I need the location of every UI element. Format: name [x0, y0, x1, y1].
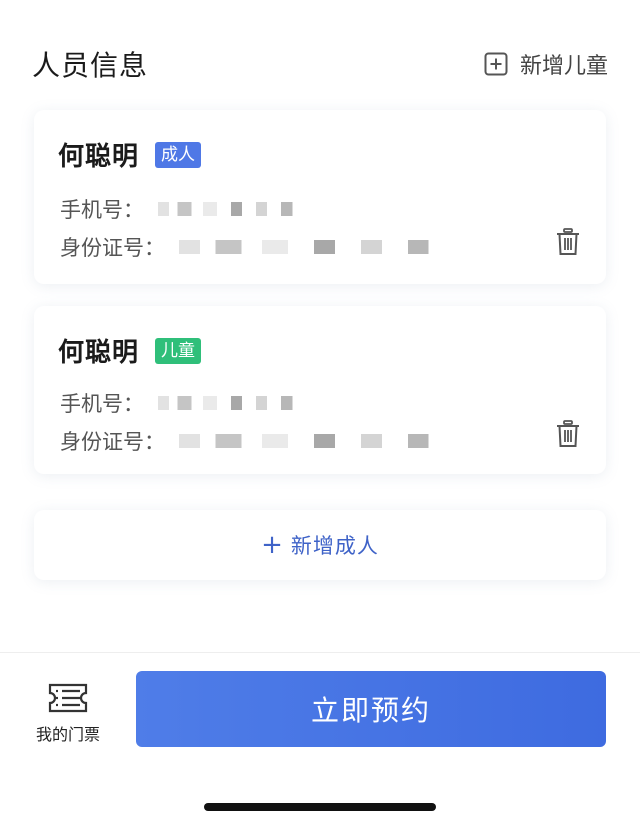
child-tag: 儿童	[155, 337, 202, 364]
phone-label: 手机号：	[60, 392, 144, 416]
masked-id-value	[179, 240, 439, 254]
id-row: 身份证号：	[60, 232, 439, 262]
home-indicator	[204, 803, 436, 811]
name-row: 何聪明 成人	[58, 136, 202, 173]
header: 人员信息 新增儿童	[32, 40, 608, 88]
plus-icon: +	[261, 530, 283, 560]
masked-phone-value	[158, 202, 298, 216]
name-row: 何聪明 儿童	[58, 332, 202, 369]
trash-icon[interactable]	[556, 420, 580, 448]
book-now-button[interactable]: 立即预约	[136, 671, 606, 747]
add-child-label: 新增儿童	[519, 54, 608, 79]
my-tickets-label: 我的门票	[35, 725, 100, 744]
person-card: 何聪明 儿童 手机号： 身份证号：	[34, 306, 606, 474]
phone-row: 手机号：	[60, 194, 298, 224]
add-adult-button[interactable]: + 新增成人	[34, 510, 606, 580]
booking-page: 人员信息 新增儿童 何聪明 成人 手机号： 身份证号： 何聪明 儿童 手机号： …	[0, 0, 640, 822]
section-title: 人员信息	[32, 49, 149, 82]
my-tickets-button[interactable]: 我的门票	[28, 683, 108, 747]
bottom-bar: 我的门票 立即预约	[0, 652, 640, 822]
add-child-button[interactable]: 新增儿童	[484, 48, 608, 80]
masked-phone-value	[158, 396, 298, 410]
plus-square-icon	[484, 52, 508, 76]
phone-row: 手机号：	[60, 388, 298, 418]
id-row: 身份证号：	[60, 426, 439, 456]
trash-icon[interactable]	[556, 228, 580, 256]
id-label: 身份证号：	[60, 236, 165, 260]
ticket-list-icon	[48, 683, 88, 713]
person-card: 何聪明 成人 手机号： 身份证号：	[34, 110, 606, 284]
adult-tag: 成人	[155, 141, 202, 168]
masked-id-value	[179, 434, 439, 448]
person-name: 何聪明	[58, 142, 140, 172]
person-name: 何聪明	[58, 338, 140, 368]
id-label: 身份证号：	[60, 430, 165, 454]
add-adult-label: 新增成人	[290, 534, 379, 558]
phone-label: 手机号：	[60, 198, 144, 222]
